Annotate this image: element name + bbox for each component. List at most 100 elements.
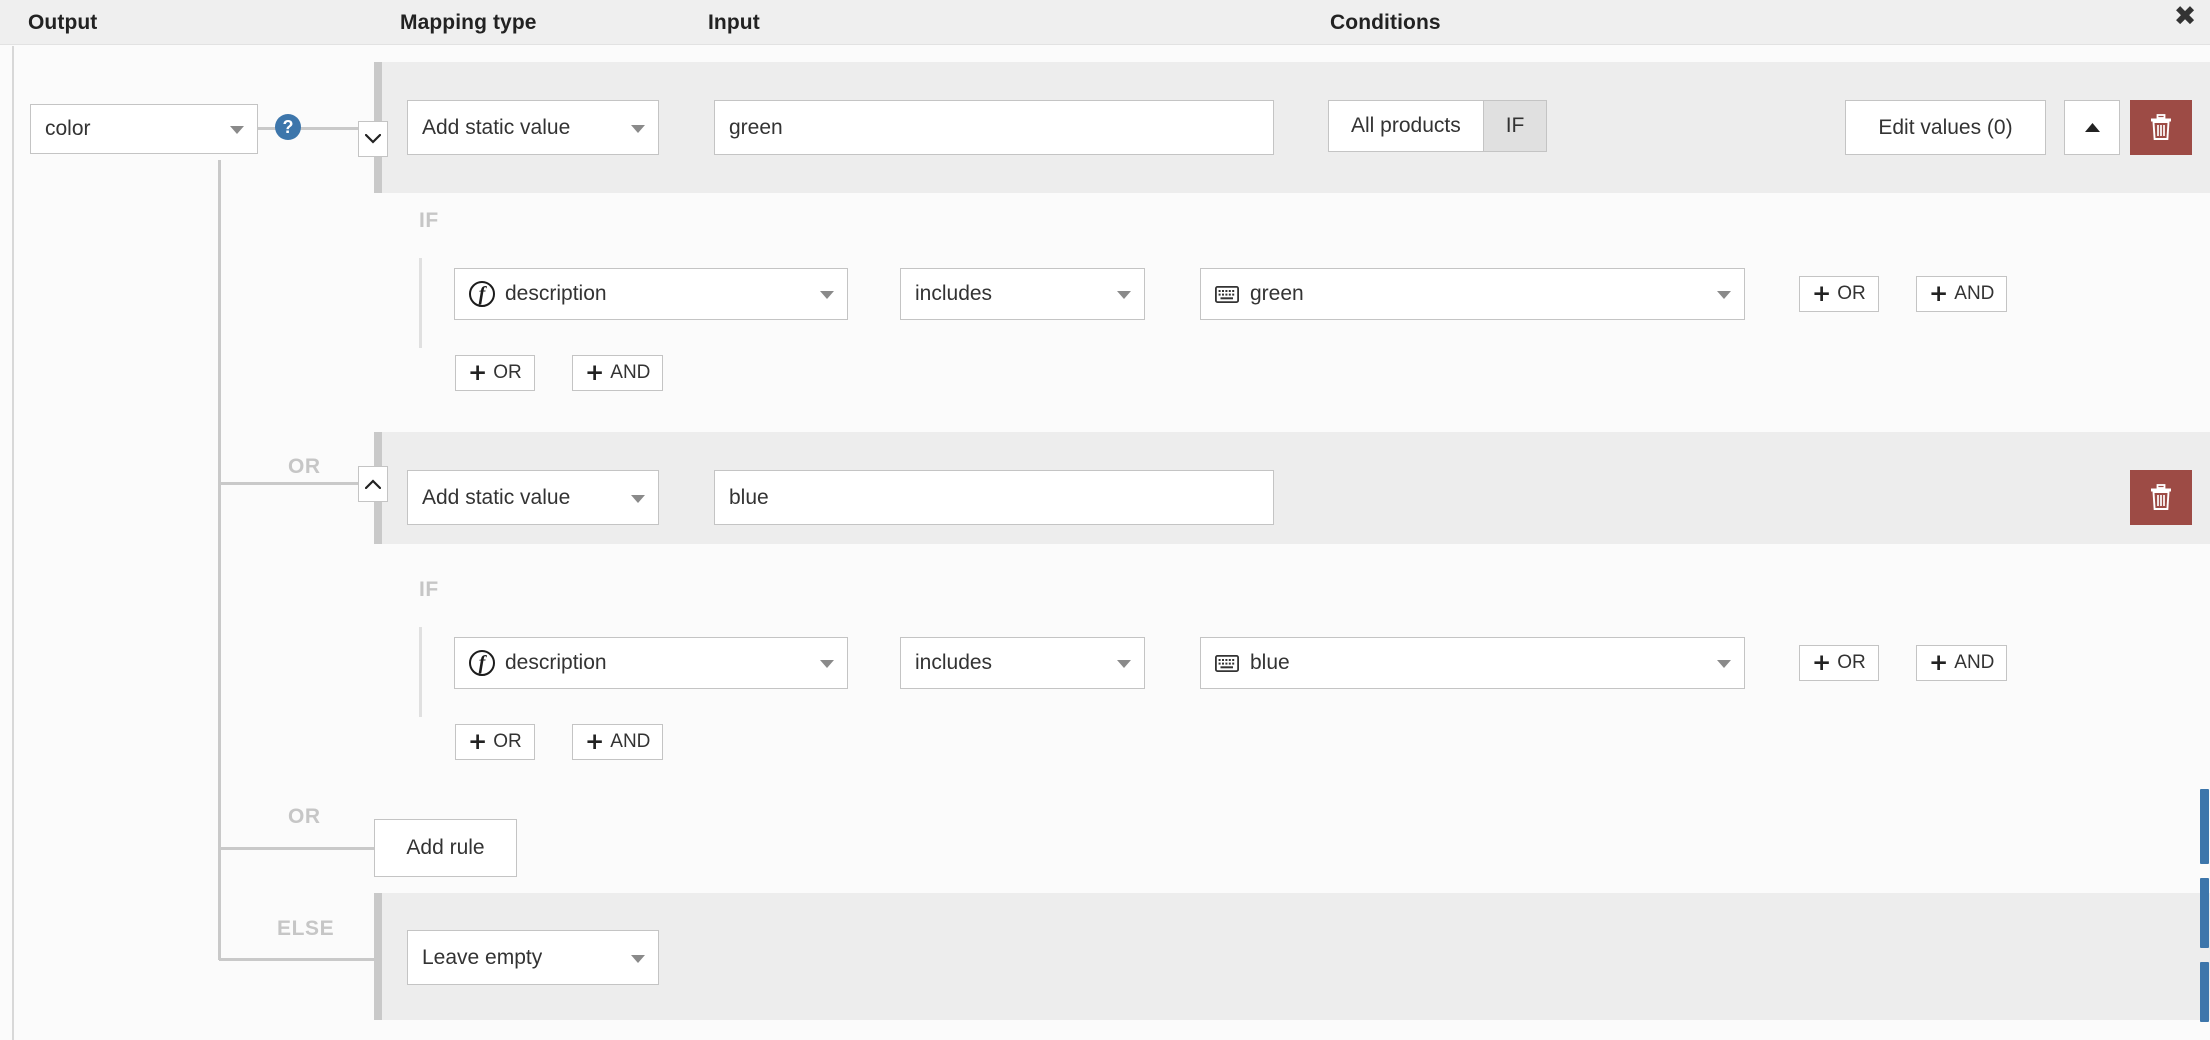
keyboard-icon xyxy=(1215,285,1239,303)
chevron-down-icon xyxy=(631,124,645,133)
output-field-select[interactable]: color xyxy=(30,104,258,154)
rule-1-condition-or-label: OR xyxy=(1837,283,1866,304)
rule-1-mapping-type-value: Add static value xyxy=(422,115,571,139)
tree-branch-rule-2 xyxy=(219,482,378,485)
rule-2-mapping-type-select[interactable]: Add static value xyxy=(407,470,659,525)
rule-1-condition-field-label: description xyxy=(505,282,607,305)
tree-trunk-line xyxy=(218,160,221,960)
rule-1-mapping-type-select[interactable]: Add static value xyxy=(407,100,659,155)
rule-2-condition-add-and-button[interactable]: + AND xyxy=(1916,645,2008,681)
chevron-up-icon xyxy=(365,479,381,489)
chevron-down-icon xyxy=(1717,660,1731,668)
function-icon: f xyxy=(469,650,495,676)
column-header-mapping-type: Mapping type xyxy=(400,11,537,34)
column-header-bar: Output Mapping type Input Conditions ✖ xyxy=(0,0,2210,45)
chevron-down-icon xyxy=(365,134,381,144)
rule-2-group-add-or-button[interactable]: + OR xyxy=(455,724,535,760)
chevron-down-icon xyxy=(631,954,645,963)
connector-else: ELSE xyxy=(277,917,335,940)
column-header-conditions: Conditions xyxy=(1330,11,1441,34)
rule-2-condition-and-label: AND xyxy=(1954,652,1995,673)
rule-1-if-section-label: IF xyxy=(419,209,439,232)
plus-icon: + xyxy=(1812,649,1832,676)
tree-branch-else xyxy=(219,958,378,961)
output-field-value: color xyxy=(45,117,91,140)
rule-1-condition-rail xyxy=(419,258,422,348)
plus-icon: + xyxy=(1929,649,1949,676)
rule-2-condition-add-or-button[interactable]: + OR xyxy=(1799,645,1879,681)
rule-2-condition-rail xyxy=(419,627,422,717)
rule-1-condition-operator-label: includes xyxy=(915,282,993,305)
rule-1-delete-button[interactable] xyxy=(2130,100,2192,155)
rule-2-condition-or-label: OR xyxy=(1837,652,1866,673)
rule-2-condition-field-select[interactable]: f description xyxy=(454,637,848,689)
scrollbar-thumb-2[interactable] xyxy=(2200,878,2209,948)
triangle-up-icon xyxy=(2084,123,2100,132)
tree-branch-add-rule xyxy=(219,847,374,850)
close-icon[interactable]: ✖ xyxy=(2168,2,2202,36)
rule-1-condition-value-label: green xyxy=(1250,282,1304,305)
rule-1-condition-add-and-button[interactable]: + AND xyxy=(1916,276,2008,312)
trash-icon xyxy=(2151,484,2171,510)
trash-icon xyxy=(2151,114,2171,140)
rule-1-input-value: green xyxy=(729,115,783,139)
rule-1-group-and-label: AND xyxy=(610,362,651,383)
chevron-down-icon xyxy=(230,126,244,134)
rule-1-condition-field-select[interactable]: f description xyxy=(454,268,848,320)
chevron-down-icon xyxy=(631,494,645,503)
scrollbar-thumb-3[interactable] xyxy=(2200,962,2209,1022)
rule-1-collapse-toggle[interactable] xyxy=(358,121,388,157)
add-rule-label: Add rule xyxy=(406,836,485,859)
plus-icon: + xyxy=(585,728,605,755)
rule-1-group-add-or-button[interactable]: + OR xyxy=(455,355,535,391)
plus-icon: + xyxy=(468,728,488,755)
chevron-down-icon xyxy=(820,660,834,668)
rule-2-delete-button[interactable] xyxy=(2130,470,2192,525)
rule-1-group-or-label: OR xyxy=(493,362,522,383)
rule-2-condition-operator-label: includes xyxy=(915,651,993,674)
rule-2-condition-value-select[interactable]: blue xyxy=(1200,637,1745,689)
rule-1-edit-values-button[interactable]: Edit values (0) xyxy=(1845,100,2046,155)
rule-2-condition-operator-select[interactable]: includes xyxy=(900,637,1145,689)
keyboard-icon xyxy=(1215,654,1239,672)
rule-1-scope-toggle[interactable]: All products IF xyxy=(1328,100,1548,152)
help-icon[interactable]: ? xyxy=(275,114,301,140)
chevron-down-icon xyxy=(1117,660,1131,668)
rule-1-condition-and-label: AND xyxy=(1954,283,1995,304)
vertical-scrollbar[interactable] xyxy=(2196,46,2210,1040)
rule-1-condition-operator-select[interactable]: includes xyxy=(900,268,1145,320)
chevron-down-icon xyxy=(1717,291,1731,299)
else-mapping-type-select[interactable]: Leave empty xyxy=(407,930,659,985)
rule-2-if-section-label: IF xyxy=(419,578,439,601)
connector-or-1: OR xyxy=(288,455,321,478)
column-header-output: Output xyxy=(28,11,98,34)
rule-1-edit-values-label: Edit values (0) xyxy=(1878,115,2013,139)
rule-2-group-add-and-button[interactable]: + AND xyxy=(572,724,664,760)
rule-2-collapse-toggle[interactable] xyxy=(358,466,388,502)
rule-1-input-value-field[interactable]: green xyxy=(714,100,1274,155)
chevron-down-icon xyxy=(820,291,834,299)
rule-2-input-value-field[interactable]: blue xyxy=(714,470,1274,525)
rule-1-scope-all-products[interactable]: All products xyxy=(1329,101,1483,151)
scrollbar-thumb[interactable] xyxy=(2200,789,2209,864)
connector-or-2: OR xyxy=(288,805,321,828)
function-icon: f xyxy=(469,281,495,307)
rule-1-condition-add-or-button[interactable]: + OR xyxy=(1799,276,1879,312)
rule-2-condition-field-label: description xyxy=(505,651,607,674)
rule-2-input-value: blue xyxy=(729,485,769,509)
rule-2-mapping-type-value: Add static value xyxy=(422,485,571,509)
rule-2-group-or-label: OR xyxy=(493,731,522,752)
rule-1-condition-value-select[interactable]: green xyxy=(1200,268,1745,320)
rule-1-scope-if[interactable]: IF xyxy=(1482,101,1547,151)
column-header-input: Input xyxy=(708,11,760,34)
rule-2-group-and-label: AND xyxy=(610,731,651,752)
plus-icon: + xyxy=(468,359,488,386)
else-mapping-type-value: Leave empty xyxy=(422,945,543,969)
rule-1-group-add-and-button[interactable]: + AND xyxy=(572,355,664,391)
chevron-down-icon xyxy=(1117,291,1131,299)
plus-icon: + xyxy=(1929,280,1949,307)
add-rule-button[interactable]: Add rule xyxy=(374,819,517,877)
mapping-rules-editor: Output Mapping type Input Conditions ✖ c… xyxy=(0,0,2210,1040)
plus-icon: + xyxy=(1812,280,1832,307)
rule-1-collapse-button[interactable] xyxy=(2064,100,2120,155)
